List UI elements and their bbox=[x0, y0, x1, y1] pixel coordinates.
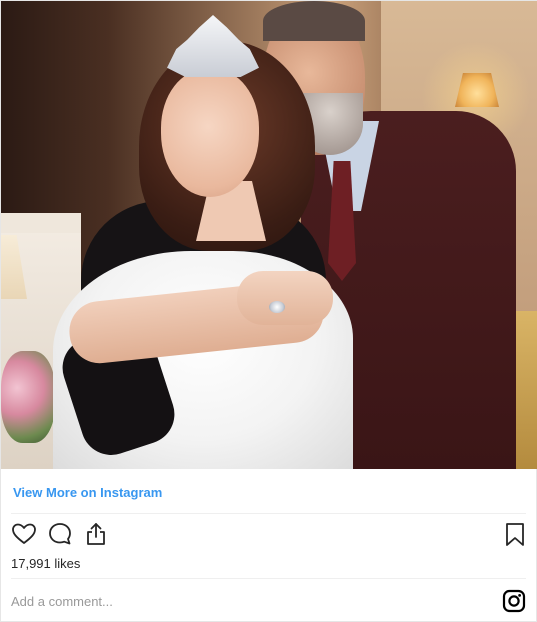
speech-bubble-icon[interactable] bbox=[47, 521, 73, 547]
flower-bouquet bbox=[1, 351, 55, 443]
share-icon[interactable] bbox=[83, 521, 109, 547]
post-photo[interactable] bbox=[1, 1, 537, 469]
divider bbox=[11, 578, 526, 579]
tiara bbox=[167, 15, 259, 77]
bookmark-icon[interactable] bbox=[502, 521, 528, 547]
comment-input[interactable]: Add a comment... bbox=[11, 594, 113, 609]
view-more-link[interactable]: View More on Instagram bbox=[13, 485, 162, 500]
man-hair bbox=[263, 1, 365, 41]
instagram-embed: View More on Instagram 17,991 likes Add … bbox=[0, 0, 537, 622]
woman-hand bbox=[237, 271, 333, 325]
woman-face bbox=[161, 69, 259, 197]
ring bbox=[269, 301, 285, 313]
instagram-logo-icon[interactable] bbox=[502, 589, 526, 613]
likes-count: 17,991 likes bbox=[11, 556, 81, 571]
action-bar bbox=[11, 521, 528, 549]
mantel-top bbox=[1, 213, 81, 233]
divider bbox=[11, 513, 526, 514]
heart-icon[interactable] bbox=[11, 521, 37, 547]
